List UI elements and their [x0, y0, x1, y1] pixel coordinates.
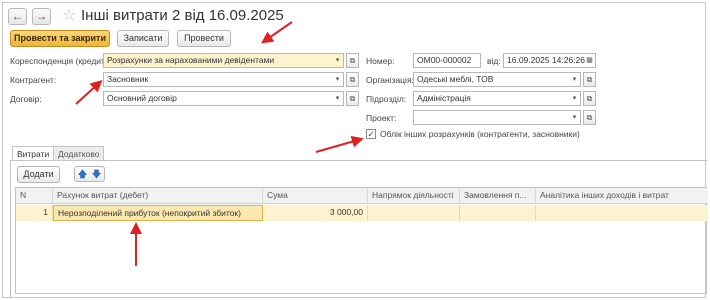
annotation-arrows	[75, 21, 364, 266]
annotation-arrow-icon	[75, 79, 103, 105]
annotation-arrow-icon	[261, 21, 293, 44]
annotation-arrow-icon	[315, 135, 364, 153]
